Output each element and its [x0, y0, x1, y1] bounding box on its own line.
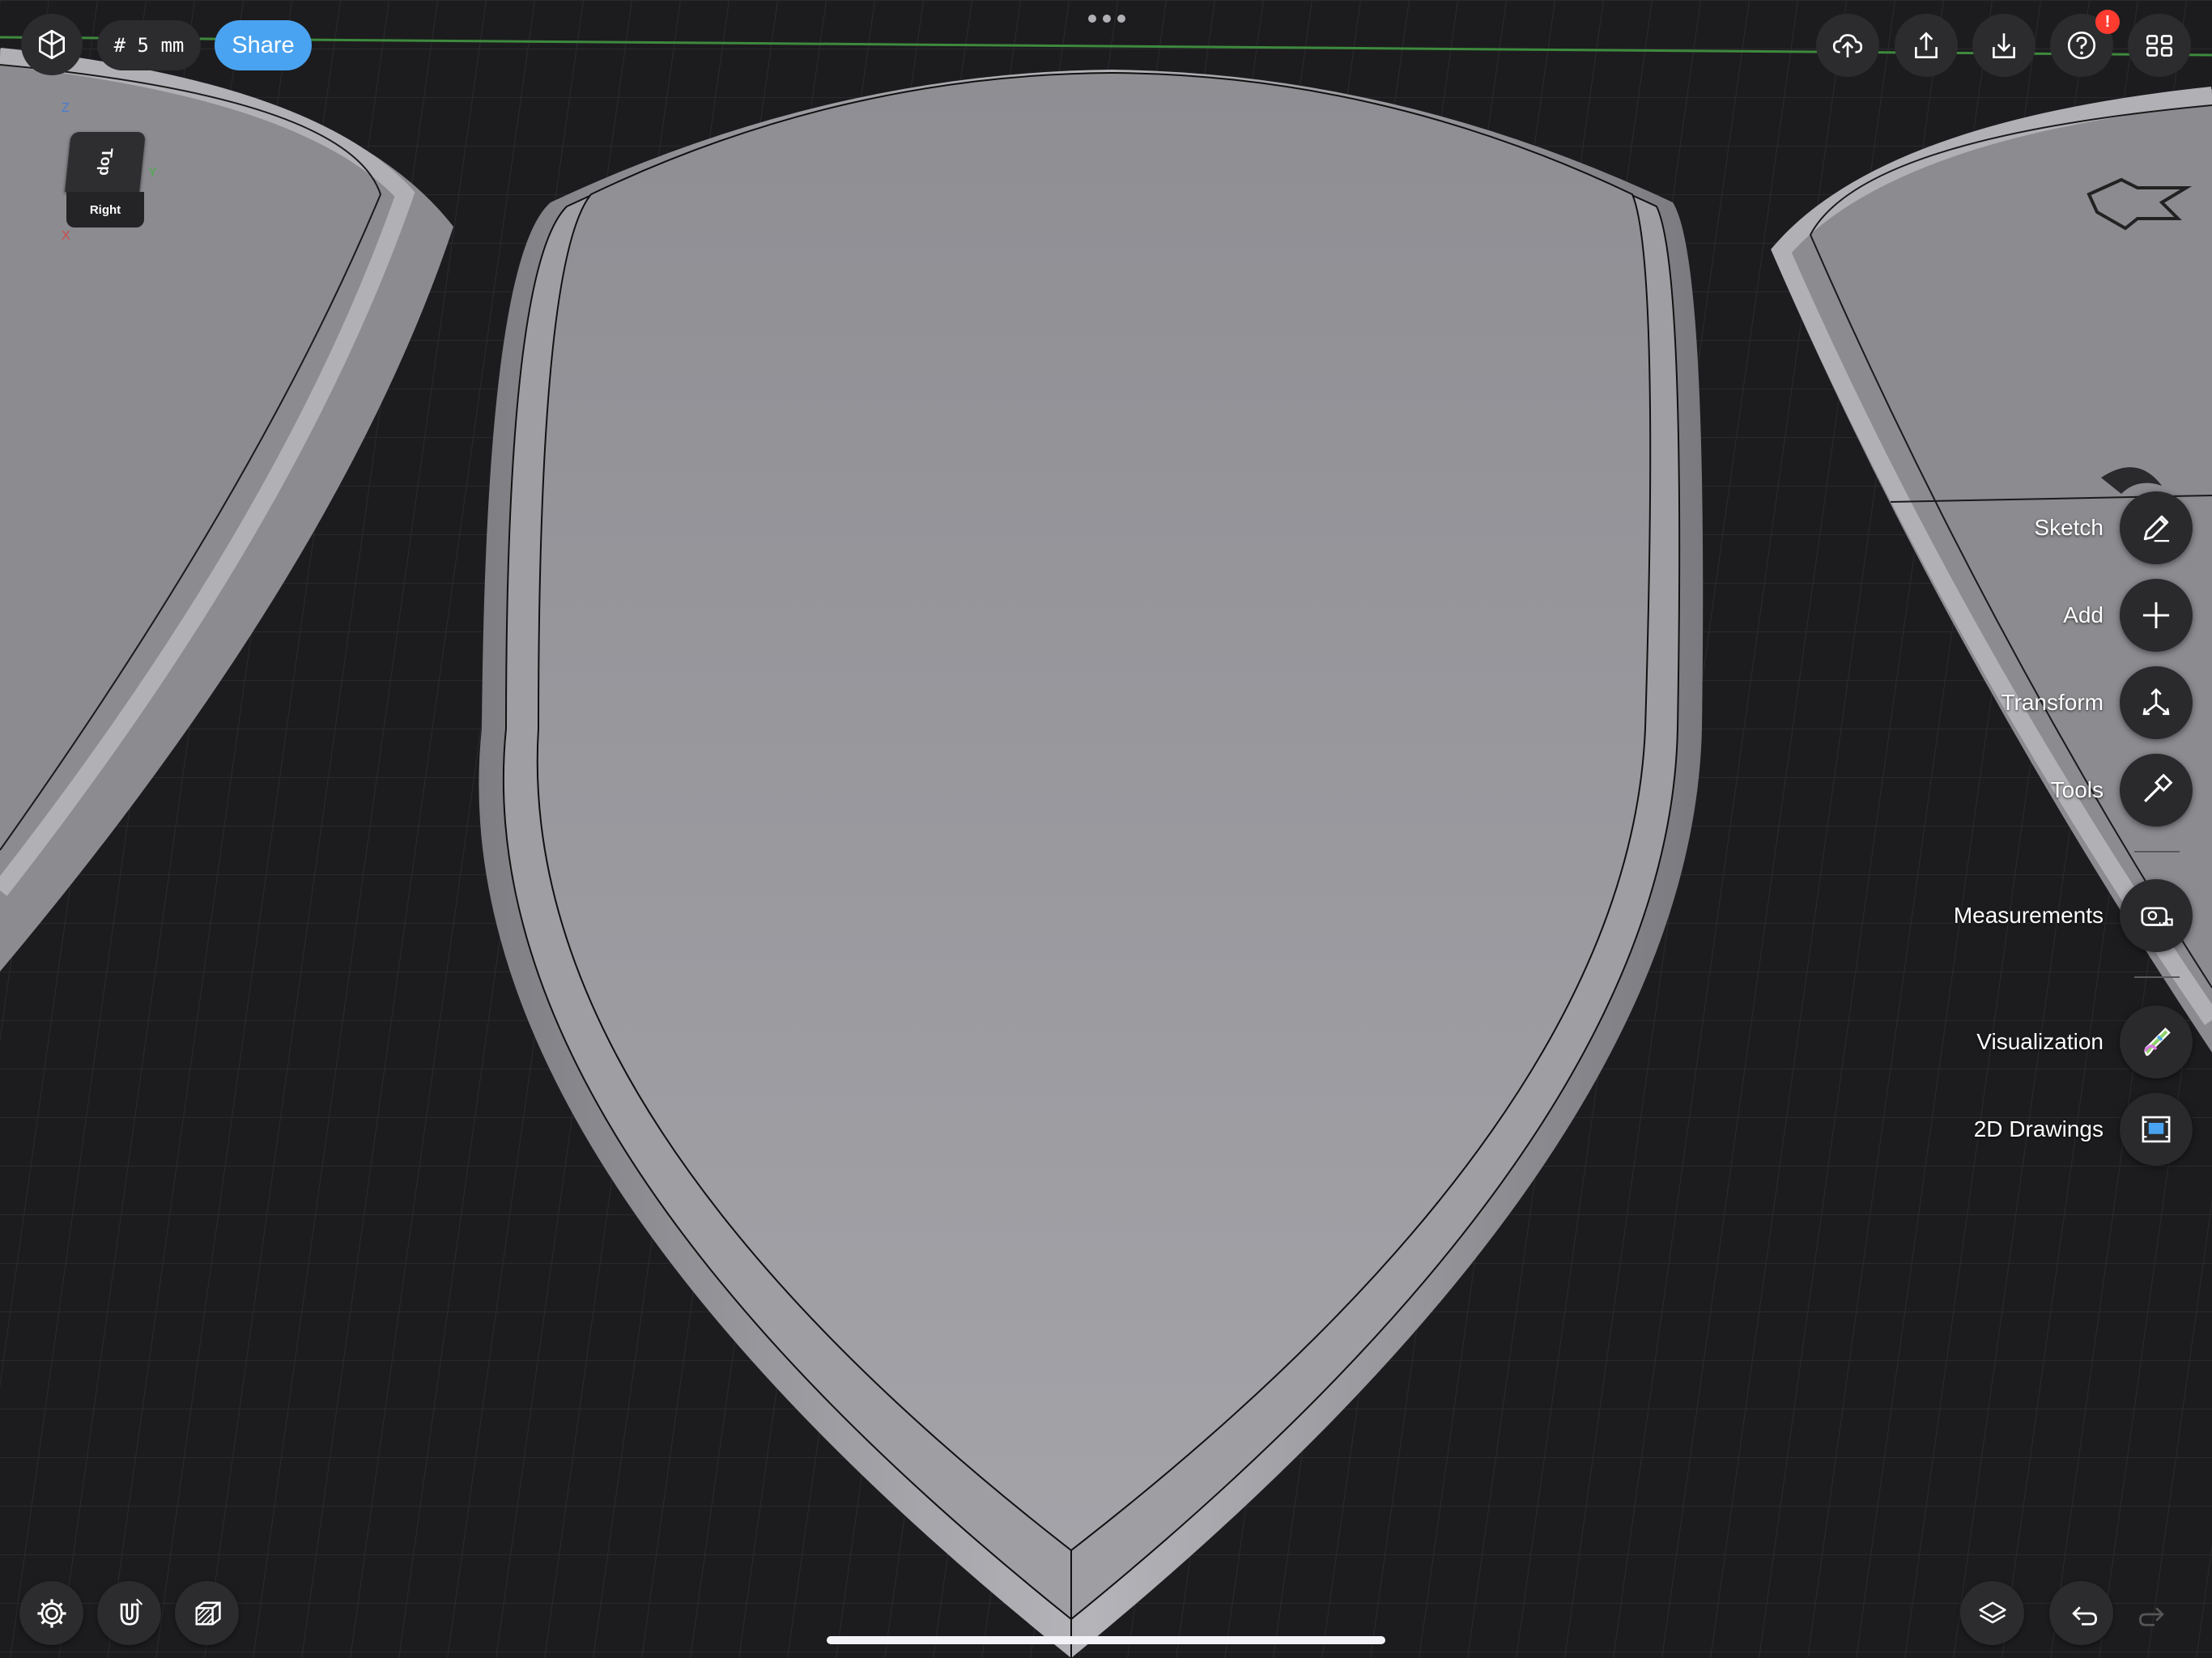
axis-x-label: X	[62, 229, 70, 243]
visualization-label: Visualization	[1976, 1029, 2104, 1054]
snapping-button[interactable]	[97, 1581, 161, 1645]
cube-outline-icon	[38, 29, 66, 60]
tools-button[interactable]	[2120, 754, 2193, 827]
3d-viewport[interactable]	[0, 0, 2212, 1658]
sketch-button[interactable]	[2120, 491, 2193, 564]
dot	[1117, 15, 1125, 23]
menu-item-sketch[interactable]: Sketch	[2034, 491, 2193, 565]
paint-brush-icon	[2143, 1027, 2171, 1056]
section-view-button[interactable]	[175, 1581, 239, 1645]
menu-item-transform[interactable]: Transform	[2001, 665, 2193, 740]
gear-icon	[36, 1598, 66, 1628]
redo-button[interactable]	[2134, 1594, 2175, 1635]
measurements-button[interactable]	[2120, 879, 2193, 952]
dot	[1103, 15, 1111, 23]
grid-size-indicator[interactable]: # 5 mm	[97, 20, 201, 70]
tape-measure-icon	[2141, 907, 2173, 926]
drawing-sheet-icon	[2142, 1116, 2171, 1143]
settings-button[interactable]	[19, 1581, 83, 1645]
2d-drawings-button[interactable]	[2120, 1093, 2193, 1166]
menu-item-measurements[interactable]: Measurements	[1954, 878, 2193, 953]
menu-item-2d-drawings[interactable]: 2D Drawings	[1974, 1092, 2193, 1167]
download-icon	[1993, 33, 2015, 59]
axis-z-label: Z	[62, 101, 70, 115]
share-up-icon	[1915, 32, 1938, 59]
view-cube-top-label: Top	[96, 148, 116, 176]
menu-item-add[interactable]: Add	[2063, 578, 2193, 653]
cloud-upload-button[interactable]	[1816, 14, 1879, 77]
question-mark-icon	[2067, 31, 2096, 60]
export-button[interactable]	[1895, 14, 1958, 77]
layers-button[interactable]	[1960, 1581, 2024, 1645]
section-cube-icon	[195, 1601, 221, 1625]
transform-button[interactable]	[2120, 666, 2193, 739]
visualization-button[interactable]	[2120, 1005, 2193, 1078]
pencil-icon	[2143, 515, 2170, 542]
axis-y-label: Y	[148, 166, 157, 180]
app-grid-button[interactable]	[2128, 14, 2191, 77]
import-button[interactable]	[1972, 14, 2035, 77]
menu-item-tools[interactable]: Tools	[2051, 753, 2193, 827]
undo-icon	[2071, 1605, 2097, 1626]
grid-menu-icon	[2146, 35, 2173, 57]
view-cube-top-face[interactable]: Top	[65, 132, 146, 192]
add-label: Add	[2063, 602, 2104, 627]
more-options-handle[interactable]	[1088, 15, 1125, 24]
2d-drawings-label: 2D Drawings	[1973, 1116, 2104, 1141]
measurements-label: Measurements	[1953, 903, 2104, 928]
share-label: Share	[232, 32, 295, 58]
dot	[1088, 15, 1096, 23]
undo-button[interactable]	[2049, 1581, 2113, 1645]
sketch-label: Sketch	[2034, 515, 2104, 540]
plus-icon	[2142, 602, 2170, 629]
view-cube-right-label: Right	[89, 202, 121, 217]
hammer-icon	[2144, 773, 2173, 802]
transform-label: Transform	[2001, 690, 2104, 715]
menu-item-visualization[interactable]: Visualization	[1976, 1005, 2193, 1079]
view-cube[interactable]: Z Y X Top Right	[57, 101, 162, 243]
add-button[interactable]	[2120, 579, 2193, 652]
menu-divider	[2134, 851, 2180, 852]
redo-icon	[2139, 1607, 2164, 1626]
grid-size-label: # 5 mm	[113, 34, 185, 57]
transform-arrows-icon	[2142, 688, 2170, 716]
notification-badge: !	[2095, 10, 2120, 34]
view-cube-right-face[interactable]: Right	[66, 192, 144, 227]
cloud-upload-icon	[1832, 34, 1863, 57]
magnet-icon	[120, 1598, 143, 1626]
home-indicator[interactable]	[827, 1636, 1385, 1644]
view-mode-button[interactable]	[21, 14, 83, 75]
tools-label: Tools	[2050, 777, 2104, 802]
layers-icon	[1978, 1601, 2006, 1623]
menu-divider	[2134, 976, 2180, 978]
share-button[interactable]: Share	[215, 20, 312, 70]
badge-text: !	[2104, 12, 2111, 31]
